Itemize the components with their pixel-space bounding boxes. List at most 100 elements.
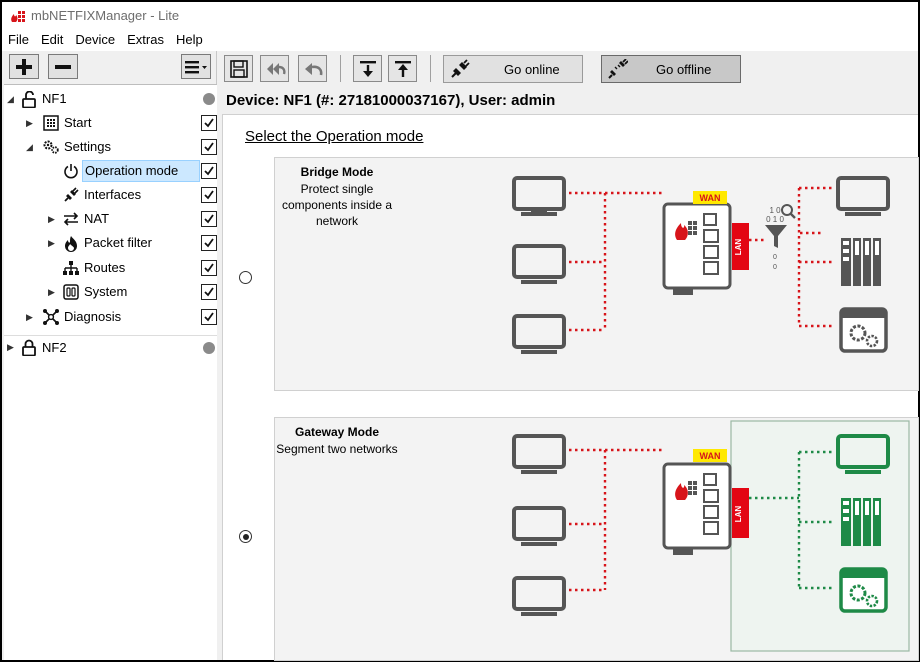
tree-item-checkbox[interactable] [201, 284, 217, 300]
expanded-arrow-icon[interactable]: ◢ [26, 142, 33, 153]
tree-item-label: Routes [84, 260, 126, 275]
main-pane: Go online Go offline Device: NF1 (#: 271… [219, 51, 919, 661]
menu-edit[interactable]: Edit [35, 29, 69, 51]
tree-item-label: Packet filter [84, 235, 152, 250]
device-header: Device: NF1 (#: 27181000037167), User: a… [226, 92, 556, 109]
main-toolbar: Go online Go offline [219, 51, 918, 85]
collapsed-arrow-icon[interactable]: ▶ [26, 118, 33, 129]
save-icon [229, 59, 248, 78]
toolbar-separator [340, 55, 341, 82]
tree-item-checkbox[interactable] [201, 115, 217, 131]
firewall-device-icon: WAN LAN [662, 191, 749, 295]
app-logo-icon [9, 8, 25, 23]
tree-item-checkbox[interactable] [201, 260, 217, 276]
list-menu-icon [185, 60, 207, 73]
collapsed-arrow-icon[interactable]: ▶ [48, 214, 55, 225]
tree-item-label: Diagnosis [64, 309, 122, 324]
download-icon [359, 60, 376, 77]
computer-icon [512, 176, 566, 354]
tree-item-checkbox[interactable] [201, 235, 217, 251]
network-tree-icon [62, 259, 80, 277]
connection-status-dot [203, 341, 215, 354]
tree-item-checkbox[interactable] [201, 139, 217, 155]
lan-label: LAN [734, 506, 743, 523]
target-computer-icon [836, 176, 890, 216]
download-button[interactable] [353, 55, 382, 82]
app-settings-icon [839, 307, 888, 353]
undo-button[interactable] [298, 55, 327, 82]
plus-icon [16, 58, 32, 75]
tree-item-label: Settings [64, 139, 111, 154]
minus-icon [55, 64, 71, 69]
app-window: mbNETFIXManager - Lite File Edit Device … [2, 2, 919, 661]
tree-item-label-selected: Operation mode [82, 160, 200, 182]
diagnosis-icon [42, 308, 60, 326]
tree-device-nf2[interactable]: ▶ NF2 [4, 335, 217, 359]
add-device-button[interactable] [9, 54, 39, 79]
power-icon [62, 162, 80, 180]
connection-status-dot [203, 93, 215, 105]
upload-button[interactable] [388, 55, 417, 82]
tree-device-label: NF2 [42, 339, 67, 355]
tree-item-checkbox[interactable] [201, 187, 217, 203]
tree-item-routes[interactable]: Routes [4, 256, 217, 280]
double-undo-icon [266, 62, 286, 75]
tree-item-label: Interfaces [84, 187, 142, 202]
gateway-mode-radio[interactable] [239, 530, 252, 543]
collapsed-arrow-icon[interactable]: ▶ [48, 287, 55, 298]
device-tree-pane: ◢ NF1 ▶ Start ◢ Settings Operation mode … [2, 51, 217, 660]
tree-item-label: Start [64, 115, 92, 130]
tree-item-start[interactable]: ▶ Start [4, 111, 217, 135]
tree-device-label: NF1 [42, 91, 67, 106]
tree-toolbar [2, 51, 217, 83]
tree-item-system[interactable]: ▶ System [4, 280, 217, 304]
unlocked-padlock-icon [20, 90, 38, 108]
system-icon [62, 283, 80, 301]
lan-label: LAN [734, 239, 743, 256]
collapsed-arrow-icon[interactable]: ▶ [48, 238, 55, 249]
locked-padlock-icon [20, 339, 38, 357]
svg-text:1 0: 1 0 [769, 206, 781, 215]
tree-item-label: System [84, 284, 128, 299]
tree-item-checkbox[interactable] [201, 309, 217, 325]
tree-item-checkbox[interactable] [201, 163, 217, 179]
go-online-button[interactable]: Go online [443, 55, 583, 83]
remove-device-button[interactable] [48, 54, 78, 79]
tree-menu-button[interactable] [181, 54, 211, 79]
plug-connect-icon [451, 59, 470, 78]
tree-item-checkbox[interactable] [201, 211, 217, 227]
tree-item-interfaces[interactable]: Interfaces [4, 183, 217, 207]
undo-all-button[interactable] [260, 55, 289, 82]
tree-item-diagnosis[interactable]: ▶ Diagnosis [4, 305, 217, 329]
tree-item-label: NAT [84, 211, 110, 226]
save-button[interactable] [224, 55, 253, 82]
menu-device[interactable]: Device [69, 29, 121, 51]
bridge-mode-radio[interactable] [239, 271, 252, 284]
gateway-mode-diagram: WAN LAN [512, 420, 910, 652]
tree-item-packet-filter[interactable]: ▶ Packet filter [4, 231, 217, 255]
menu-file[interactable]: File [2, 29, 35, 51]
bridge-mode-card[interactable]: Bridge Mode Protect single components in… [274, 157, 919, 391]
tree-item-operation-mode[interactable]: Operation mode [4, 159, 217, 183]
menu-extras[interactable]: Extras [121, 29, 170, 51]
gateway-mode-card[interactable]: Gateway Mode Segment two networks WAN LA… [274, 417, 919, 661]
go-offline-button[interactable]: Go offline [601, 55, 741, 83]
menu-help[interactable]: Help [170, 29, 209, 51]
svg-text:0 1 0: 0 1 0 [766, 215, 784, 224]
expanded-arrow-icon[interactable]: ◢ [7, 94, 14, 105]
wan-label: WAN [700, 451, 721, 461]
tree-device-nf1[interactable]: ◢ NF1 [4, 87, 217, 111]
go-offline-label: Go offline [656, 61, 712, 77]
bridge-mode-diagram: WAN LAN 1 0 0 1 0 0 0 [512, 176, 890, 354]
tree-item-settings[interactable]: ◢ Settings [4, 135, 217, 159]
tree-item-nat[interactable]: ▶ NAT [4, 207, 217, 231]
plc-device-icon [841, 498, 881, 546]
title-bar: mbNETFIXManager - Lite [2, 2, 918, 29]
collapsed-arrow-icon[interactable]: ▶ [7, 342, 14, 353]
flame-icon [62, 234, 80, 252]
svg-text:0: 0 [773, 264, 777, 271]
go-online-label: Go online [504, 61, 560, 77]
wan-label: WAN [700, 193, 721, 203]
collapsed-arrow-icon[interactable]: ▶ [26, 312, 33, 323]
toolbar-separator [430, 55, 431, 82]
